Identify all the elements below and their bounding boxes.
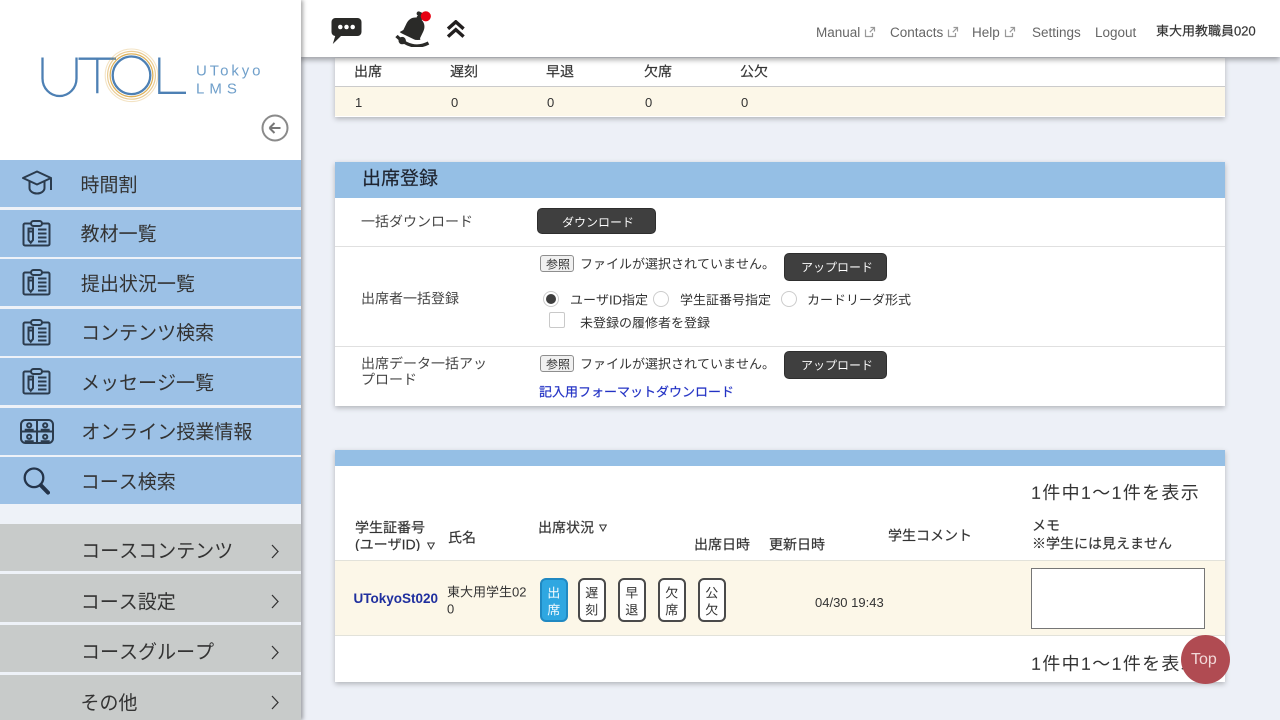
svg-text:LMS: LMS bbox=[196, 81, 242, 98]
svg-text:UTokyo: UTokyo bbox=[196, 63, 263, 80]
